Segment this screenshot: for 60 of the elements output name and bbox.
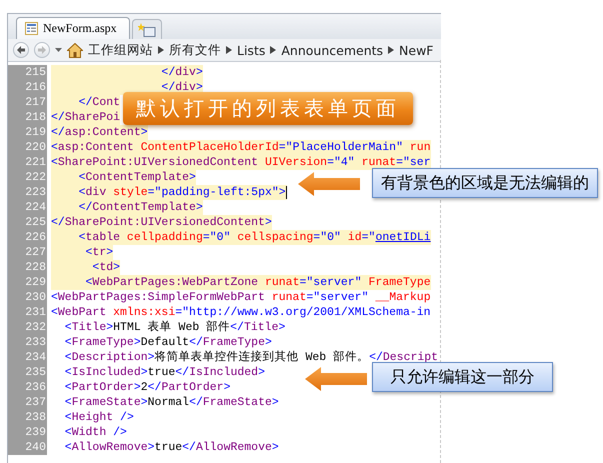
code-line: <IsIncluded>true</IsIncluded> (64, 365, 265, 380)
code-line: <PartOrder>2</PartOrder> (64, 380, 230, 395)
code-line: <Height /> (64, 410, 134, 425)
code-line: <AllowRemove>true</AllowRemove> (64, 440, 279, 455)
new-tab-icon (138, 22, 156, 36)
breadcrumb-link[interactable]: 所有文件 (169, 42, 221, 58)
line-number: 234 (8, 350, 47, 365)
new-tab-button[interactable] (132, 19, 162, 39)
file-tab[interactable]: NewForm.aspx (16, 17, 130, 39)
line-number: 217 (8, 95, 47, 110)
line-number: 231 (8, 305, 47, 320)
line-number: 225 (8, 215, 47, 230)
line-number: 220 (8, 140, 47, 155)
breadcrumb-link[interactable]: NewF (399, 42, 434, 58)
dropdown-caret-icon[interactable] (55, 48, 62, 52)
line-number: 240 (8, 440, 47, 455)
back-arrow-icon (16, 45, 26, 55)
line-number: 216 (8, 80, 47, 95)
line-number: 227 (8, 245, 47, 260)
line-number: 239 (8, 425, 47, 440)
line-number: 230 (8, 290, 47, 305)
code-line: <FrameState>Normal</FrameState> (64, 395, 279, 410)
line-number: 226 (8, 230, 47, 245)
chevron-icon (270, 46, 276, 54)
line-number: 232 (8, 320, 47, 335)
line-number: 237 (8, 395, 47, 410)
code-line: <Width /> (64, 425, 127, 440)
breadcrumb-link[interactable]: Announcements (281, 42, 384, 58)
callout-note: 有背景色的区域是无法编辑的 (372, 168, 598, 198)
line-number: 221 (8, 155, 47, 170)
line-number: 238 (8, 410, 47, 425)
line-number: 224 (8, 200, 47, 215)
line-number: 235 (8, 365, 47, 380)
breadcrumb-link[interactable]: Lists (237, 42, 266, 58)
line-number: 229 (8, 275, 47, 290)
arrow-icon (298, 172, 360, 196)
chevron-icon (388, 46, 394, 54)
line-number: 219 (8, 125, 47, 140)
file-icon (25, 22, 38, 35)
line-number: 236 (8, 380, 47, 395)
home-icon[interactable] (67, 42, 83, 58)
line-number: 222 (8, 170, 47, 185)
arrow-icon (305, 367, 367, 391)
code-line: <Description>将简单表单控件连接到其他 Web 部件。</Descript (64, 350, 438, 365)
chevron-icon (226, 46, 232, 54)
line-number: 218 (8, 110, 47, 125)
line-number: 223 (8, 185, 47, 200)
line-number: 228 (8, 260, 47, 275)
code-line: <WebPart xmlns:xsi="http://www.w3.org/2001/XMLSchema-in (51, 305, 431, 320)
code-line: <FrameType>Default</FrameType> (64, 335, 272, 350)
breadcrumb-link[interactable]: 工作组网站 (88, 42, 153, 58)
forward-arrow-icon (37, 45, 47, 55)
chevron-icon (158, 46, 164, 54)
code-line: <Title>HTML 表单 Web 部件</Title> (64, 320, 286, 335)
line-number: 233 (8, 335, 47, 350)
back-button[interactable] (13, 42, 29, 58)
code-line: <WebPartPages:SimpleFormWebPart runat="server" __Markup (51, 290, 431, 305)
callout-banner: 默认打开的列表表单页面 (123, 92, 413, 125)
callout-note: 只允许编辑这一部分 (372, 362, 553, 392)
line-number: 215 (8, 65, 47, 80)
